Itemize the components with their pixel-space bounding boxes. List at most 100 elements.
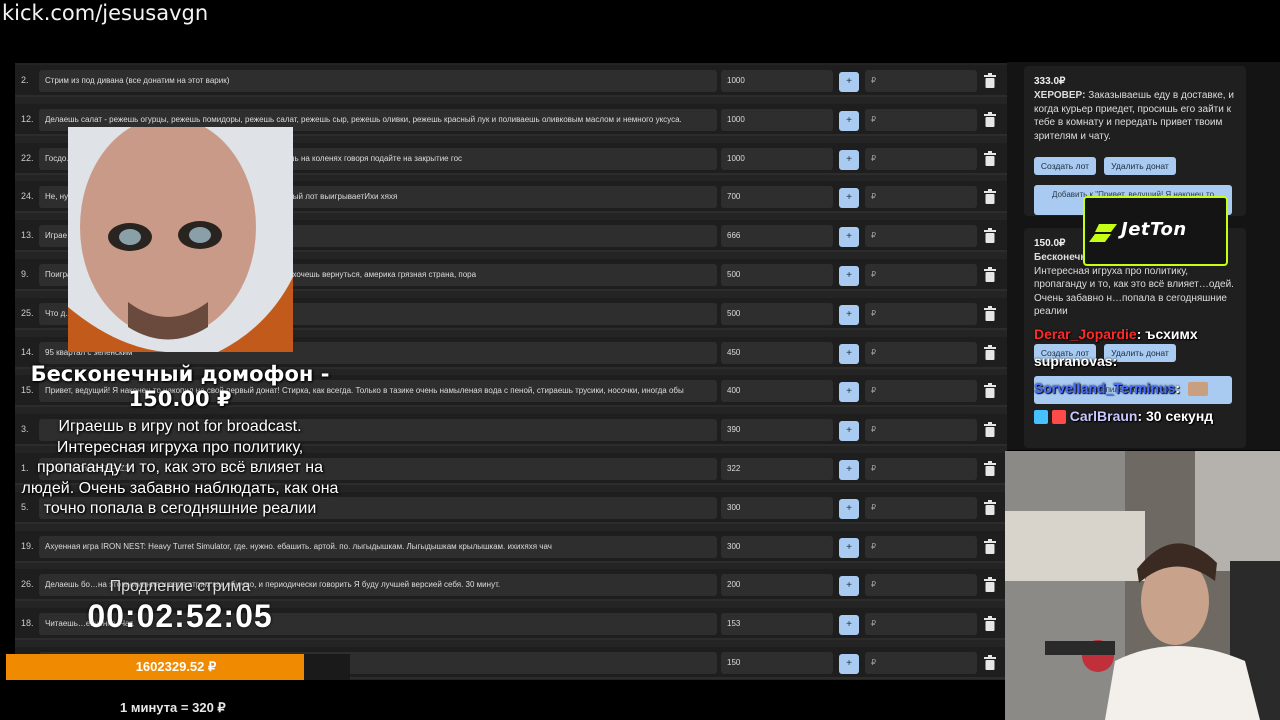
- lot-add-amount-input[interactable]: ₽: [865, 419, 977, 442]
- chat-message: supranovas:: [1034, 353, 1117, 371]
- add-amount-button[interactable]: +: [839, 266, 859, 286]
- lot-amount-input[interactable]: 1000: [721, 147, 833, 170]
- lot-add-amount-input[interactable]: ₽: [865, 302, 977, 325]
- add-amount-button[interactable]: +: [839, 537, 859, 558]
- lot-title-input[interactable]: Стрим из под дивана (все донатим на этот…: [39, 70, 717, 92]
- lot-row: 19. Ахуенная игра IRON NEST: Heavy Turret…: [15, 530, 1007, 563]
- lot-add-amount-input[interactable]: ₽: [865, 458, 977, 480]
- trash-icon[interactable]: [983, 305, 997, 322]
- add-amount-button[interactable]: +: [839, 460, 859, 480]
- donation-alert: Бесконечный домофон - 150.00 ₽ Играешь в…: [15, 362, 345, 520]
- add-amount-button[interactable]: +: [839, 498, 859, 519]
- lot-number: 14.: [21, 346, 34, 357]
- trash-icon[interactable]: [983, 344, 997, 361]
- chat-username: supranovas: [1034, 353, 1113, 369]
- webcam-image: [1005, 451, 1280, 720]
- top-bar: kick.com/jesusavgn: [0, 0, 1280, 62]
- add-amount-button[interactable]: +: [839, 421, 859, 442]
- trash-icon[interactable]: [983, 461, 997, 477]
- lot-number: 26.: [21, 579, 34, 590]
- add-amount-button[interactable]: +: [839, 72, 859, 92]
- chat-text: : ъсхимх: [1136, 326, 1198, 342]
- chat-overlay: Derar_Jopardie: ъсхимх supranovas: Sorve…: [1030, 322, 1280, 430]
- lot-add-amount-input[interactable]: ₽: [865, 108, 977, 131]
- lot-amount-input[interactable]: 500: [721, 302, 833, 325]
- create-lot-button[interactable]: Создать лот: [1034, 157, 1096, 175]
- lot-number: 2.: [21, 75, 29, 85]
- trash-icon[interactable]: [983, 267, 997, 283]
- lot-amount-input[interactable]: 500: [721, 264, 833, 286]
- total-donation-amount: 1602329.52 ₽: [135, 659, 217, 674]
- channel-url: kick.com/jesusavgn: [2, 1, 209, 25]
- add-amount-button[interactable]: +: [839, 343, 859, 364]
- lot-number: 24.: [21, 191, 34, 202]
- alert-title: Бесконечный домофон - 150.00 ₽: [30, 362, 330, 411]
- chat-message: Derar_Jopardie: ъсхимх: [1034, 326, 1198, 344]
- lot-add-amount-input[interactable]: ₽: [865, 496, 977, 519]
- badge-icon: [1034, 410, 1048, 425]
- add-amount-button[interactable]: +: [839, 304, 859, 325]
- alert-message: Играешь в игру not for broadcast. Интере…: [21, 418, 339, 517]
- chat-username: Derar_Jopardie: [1034, 326, 1137, 342]
- lot-add-amount-input[interactable]: ₽: [865, 147, 977, 170]
- lot-add-amount-input[interactable]: ₽: [865, 652, 977, 674]
- trash-icon[interactable]: [983, 111, 997, 128]
- trash-icon[interactable]: [983, 499, 997, 516]
- trash-icon[interactable]: [983, 189, 997, 205]
- lot-add-amount-input[interactable]: ₽: [865, 341, 977, 364]
- chat-message: Sorvelland_Terminus:: [1034, 380, 1208, 398]
- add-amount-button[interactable]: +: [839, 382, 859, 403]
- jetton-sponsor-logo: JetTon: [1083, 196, 1228, 266]
- trash-icon[interactable]: [983, 422, 997, 438]
- chat-text: :: [1112, 353, 1118, 369]
- lot-number: 9.: [21, 269, 29, 279]
- lot-amount-input[interactable]: 300: [721, 496, 833, 519]
- lot-amount-input[interactable]: 153: [721, 613, 833, 636]
- trash-icon[interactable]: [983, 655, 997, 671]
- lot-add-amount-input[interactable]: ₽: [865, 70, 977, 92]
- lot-title-input[interactable]: Ахуенная игра IRON NEST: Heavy Turret Si…: [39, 535, 717, 558]
- donation-amount: 150.0₽: [1034, 238, 1066, 249]
- jetton-label: JetTon: [1121, 219, 1187, 240]
- badge-icon: [1051, 410, 1066, 425]
- face-image: [68, 127, 293, 352]
- add-amount-button[interactable]: +: [839, 654, 859, 674]
- lot-number: 22.: [21, 152, 34, 163]
- donation-card: 333.0₽ ХЕРОВЕР: Заказываешь еду в достав…: [1024, 66, 1246, 216]
- lot-amount-input[interactable]: 450: [721, 341, 833, 364]
- lot-add-amount-input[interactable]: ₽: [865, 225, 977, 248]
- add-amount-button[interactable]: +: [839, 149, 859, 170]
- lot-add-amount-input[interactable]: ₽: [865, 535, 977, 558]
- lot-amount-input[interactable]: 666: [721, 225, 833, 248]
- trash-icon[interactable]: [983, 383, 997, 399]
- lot-amount-input[interactable]: 200: [721, 574, 833, 597]
- trash-icon[interactable]: [983, 228, 997, 244]
- trash-icon[interactable]: [983, 73, 997, 89]
- lot-amount-input[interactable]: 1000: [721, 70, 833, 92]
- trash-icon[interactable]: [983, 150, 997, 167]
- lot-amount-input[interactable]: 150: [721, 652, 833, 674]
- lot-amount-input[interactable]: 700: [721, 186, 833, 209]
- add-amount-button[interactable]: +: [839, 227, 859, 248]
- lot-add-amount-input[interactable]: ₽: [865, 613, 977, 636]
- add-amount-button[interactable]: +: [839, 576, 859, 597]
- trash-icon[interactable]: [983, 616, 997, 632]
- timer-value: 00:02:52:05: [87, 598, 273, 634]
- lot-amount-input[interactable]: 1000: [721, 108, 833, 131]
- delete-donation-button[interactable]: Удалить донат: [1104, 157, 1176, 175]
- lot-add-amount-input[interactable]: ₽: [865, 186, 977, 209]
- trash-icon[interactable]: [983, 577, 997, 593]
- lot-add-amount-input[interactable]: ₽: [865, 380, 977, 403]
- donation-sender: ХЕРОВЕР:: [1034, 90, 1086, 101]
- lot-add-amount-input[interactable]: ₽: [865, 264, 977, 286]
- chat-message: CarlBraun: 30 секунд: [1034, 408, 1213, 426]
- lot-amount-input[interactable]: 400: [721, 380, 833, 403]
- lot-add-amount-input[interactable]: ₽: [865, 574, 977, 597]
- lot-amount-input[interactable]: 390: [721, 419, 833, 442]
- trash-icon[interactable]: [983, 538, 997, 555]
- add-amount-button[interactable]: +: [839, 188, 859, 209]
- add-amount-button[interactable]: +: [839, 110, 859, 131]
- lot-amount-input[interactable]: 322: [721, 458, 833, 480]
- lot-amount-input[interactable]: 300: [721, 535, 833, 558]
- add-amount-button[interactable]: +: [839, 615, 859, 636]
